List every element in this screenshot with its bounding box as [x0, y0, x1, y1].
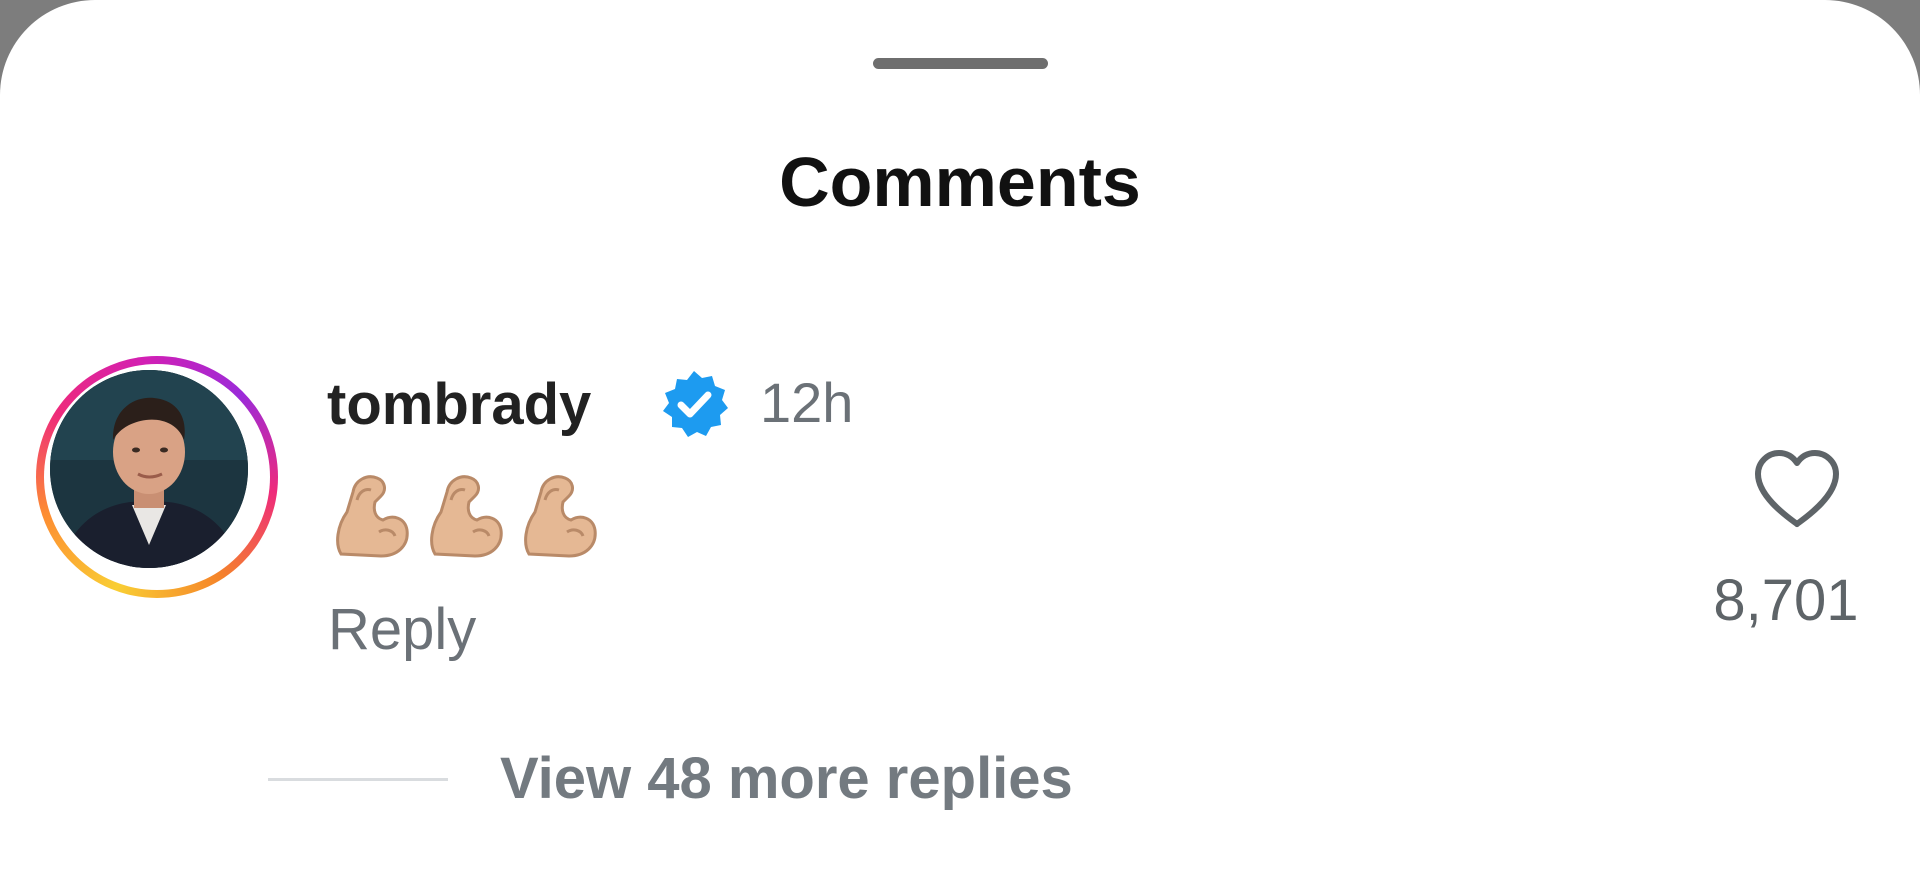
comment-username[interactable]: tombrady	[327, 370, 591, 440]
verified-badge-icon	[663, 371, 728, 437]
replies-divider	[268, 778, 448, 781]
view-replies-button[interactable]: View 48 more replies	[500, 744, 1073, 814]
reply-button[interactable]: Reply	[328, 595, 476, 665]
flexed-biceps-emoji	[430, 475, 503, 558]
avatar-photo	[50, 370, 248, 568]
comment-timestamp: 12h	[760, 371, 854, 434]
heart-outline-icon[interactable]	[1752, 448, 1842, 530]
like-count: 8,701	[1713, 568, 1859, 633]
flexed-biceps-emoji	[524, 475, 597, 558]
avatar-story-ring[interactable]	[36, 356, 278, 598]
avatar[interactable]	[50, 370, 248, 568]
flexed-biceps-emoji	[336, 475, 409, 558]
drag-handle[interactable]	[873, 58, 1048, 69]
sheet-title: Comments	[779, 143, 1141, 221]
comments-sheet: Comments tombrady 12h Reply 8,701 View 4…	[0, 0, 1920, 883]
comment-body	[333, 470, 599, 560]
